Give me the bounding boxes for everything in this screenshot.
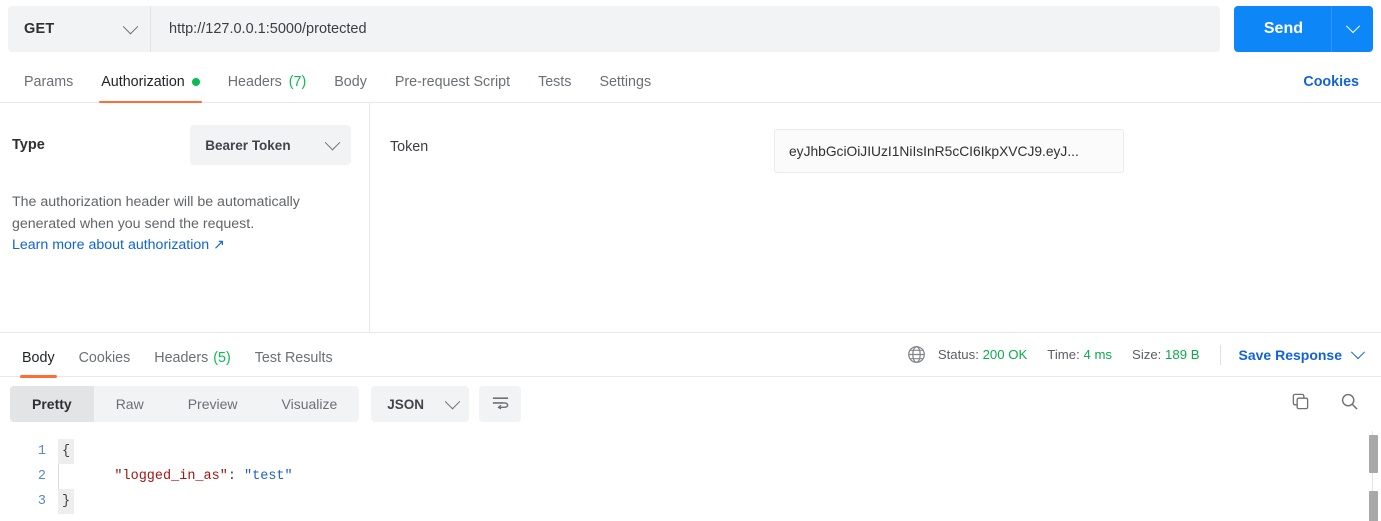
fold-marker: | bbox=[58, 464, 74, 489]
request-url-bar: GET http://127.0.0.1:5000/protected Send bbox=[0, 0, 1381, 58]
divider bbox=[1219, 344, 1221, 365]
fold-marker[interactable]: { bbox=[58, 439, 74, 464]
send-options-button[interactable] bbox=[1331, 6, 1373, 52]
tab-label: Headers bbox=[227, 74, 282, 90]
vertical-scrollbar-thumb-secondary[interactable] bbox=[1369, 491, 1378, 521]
tab-params[interactable]: Params bbox=[10, 74, 87, 102]
response-body-toolbar: Pretty Raw Preview Visualize JSON bbox=[0, 377, 1381, 431]
code-line: 1 { bbox=[0, 439, 1381, 464]
authorization-left-column: Type Bearer Token The authorization head… bbox=[0, 103, 370, 332]
auth-help-text: The authorization header will be automat… bbox=[12, 194, 300, 233]
time-label: Time: bbox=[1047, 347, 1080, 362]
tab-count: (7) bbox=[288, 74, 307, 90]
response-header: Body Cookies Headers (5) Test Results St… bbox=[0, 333, 1381, 378]
auth-type-row: Type Bearer Token bbox=[12, 125, 351, 165]
code-line: 2 | "logged_in_as": "test" bbox=[0, 464, 1381, 489]
size-label: Size: bbox=[1132, 347, 1162, 362]
line-number: 3 bbox=[37, 494, 46, 509]
json-punct: : bbox=[227, 469, 245, 484]
view-mode-raw[interactable]: Raw bbox=[94, 386, 166, 422]
tab-label: Headers bbox=[154, 349, 209, 366]
status-item: Status: 200 OK bbox=[938, 347, 1027, 362]
fold-marker[interactable]: } bbox=[58, 489, 74, 514]
learn-more-link[interactable]: Learn more about authorization ↗ bbox=[12, 237, 225, 253]
auth-type-select[interactable]: Bearer Token bbox=[190, 125, 351, 165]
copy-icon bbox=[1291, 392, 1310, 416]
response-tab-body[interactable]: Body bbox=[10, 349, 67, 378]
tab-label: Body bbox=[334, 74, 367, 90]
tab-count: (5) bbox=[213, 349, 231, 366]
tab-label: Tests bbox=[538, 74, 572, 90]
auth-type-value: Bearer Token bbox=[205, 137, 291, 153]
wrap-lines-button[interactable] bbox=[479, 386, 522, 422]
search-button[interactable] bbox=[1340, 392, 1359, 416]
status-label: Status: bbox=[937, 347, 979, 362]
vertical-scrollbar-thumb[interactable] bbox=[1369, 435, 1378, 473]
size-item: Size: 189 B bbox=[1132, 347, 1199, 362]
tab-label: Params bbox=[24, 74, 74, 90]
tab-tests[interactable]: Tests bbox=[524, 74, 585, 102]
tab-label: Cookies bbox=[78, 349, 131, 366]
chevron-down-icon bbox=[122, 18, 139, 34]
response-body-code[interactable]: 1 { 2 | "logged_in_as": "test" 3 } bbox=[0, 431, 1381, 521]
response-format-value: JSON bbox=[387, 396, 425, 412]
save-response-label: Save Response bbox=[1238, 346, 1343, 363]
view-mode-segmented-control: Pretty Raw Preview Visualize bbox=[10, 386, 360, 422]
tab-headers[interactable]: Headers (7) bbox=[214, 74, 321, 102]
tab-label: Pre-request Script bbox=[394, 74, 511, 90]
view-mode-preview[interactable]: Preview bbox=[166, 386, 260, 422]
view-mode-visualize[interactable]: Visualize bbox=[260, 386, 360, 422]
authorization-right-column: Token eyJhbGciOiJIUzI1NiIsInR5cCI6IkpXVC… bbox=[370, 103, 1381, 332]
view-mode-pretty[interactable]: Pretty bbox=[10, 386, 94, 422]
response-tab-test-results[interactable]: Test Results bbox=[243, 350, 345, 377]
tab-authorization[interactable]: Authorization bbox=[87, 74, 213, 103]
globe-icon bbox=[907, 345, 926, 364]
tab-label: Authorization bbox=[101, 74, 185, 90]
search-icon bbox=[1340, 392, 1359, 416]
authorization-pane: Type Bearer Token The authorization head… bbox=[0, 103, 1381, 333]
tab-settings[interactable]: Settings bbox=[585, 74, 665, 102]
size-value: 189 B bbox=[1165, 347, 1200, 362]
url-input[interactable]: http://127.0.0.1:5000/protected bbox=[150, 6, 1220, 52]
chevron-down-icon bbox=[1345, 19, 1360, 34]
line-number: 1 bbox=[37, 444, 46, 459]
tab-label: Settings bbox=[599, 74, 652, 90]
cookies-link[interactable]: Cookies bbox=[1303, 74, 1367, 90]
auth-type-label: Type bbox=[12, 137, 45, 153]
tab-body[interactable]: Body bbox=[320, 74, 381, 102]
response-meta: Status: 200 OK Time: 4 ms Size: 189 B Sa… bbox=[907, 344, 1368, 365]
response-toolbar-actions bbox=[1291, 392, 1367, 416]
http-method-label: GET bbox=[24, 21, 55, 37]
response-tabs: Body Cookies Headers (5) Test Results bbox=[10, 333, 345, 378]
chevron-down-icon bbox=[324, 134, 341, 150]
tab-label: Body bbox=[22, 349, 55, 366]
code-line: 3 } bbox=[0, 489, 1381, 514]
code-line-content: "logged_in_as": "test" bbox=[74, 469, 293, 484]
chevron-down-icon bbox=[1350, 344, 1366, 359]
response-tab-headers[interactable]: Headers (5) bbox=[142, 350, 243, 377]
token-label: Token bbox=[390, 139, 429, 155]
send-button[interactable]: Send bbox=[1234, 6, 1331, 52]
request-tabs: Params Authorization Headers (7) Body Pr… bbox=[0, 58, 1381, 103]
json-value: "test" bbox=[244, 469, 293, 484]
tab-label: Test Results bbox=[254, 349, 333, 366]
chevron-down-icon bbox=[445, 393, 461, 409]
tab-pre-request-script[interactable]: Pre-request Script bbox=[381, 74, 524, 102]
status-dot-icon bbox=[191, 78, 200, 86]
url-input-value: http://127.0.0.1:5000/protected bbox=[169, 21, 367, 37]
save-response-button[interactable]: Save Response bbox=[1238, 344, 1368, 363]
time-item: Time: 4 ms bbox=[1047, 347, 1112, 362]
status-value: 200 OK bbox=[982, 347, 1028, 362]
send-group: Send bbox=[1233, 6, 1373, 52]
response-format-select[interactable]: JSON bbox=[371, 386, 470, 422]
copy-button[interactable] bbox=[1291, 392, 1310, 416]
json-key: "logged_in_as" bbox=[114, 469, 228, 484]
http-method-select[interactable]: GET bbox=[8, 6, 150, 52]
line-number: 2 bbox=[37, 469, 46, 484]
response-tab-cookies[interactable]: Cookies bbox=[67, 350, 143, 377]
wrap-lines-icon bbox=[491, 394, 510, 415]
token-input-value: eyJhbGciOiJIUzI1NiIsInR5cCI6IkpXVCJ9.eyJ… bbox=[789, 143, 1079, 159]
token-input[interactable]: eyJhbGciOiJIUzI1NiIsInR5cCI6IkpXVCJ9.eyJ… bbox=[774, 129, 1124, 173]
time-value: 4 ms bbox=[1083, 347, 1113, 362]
